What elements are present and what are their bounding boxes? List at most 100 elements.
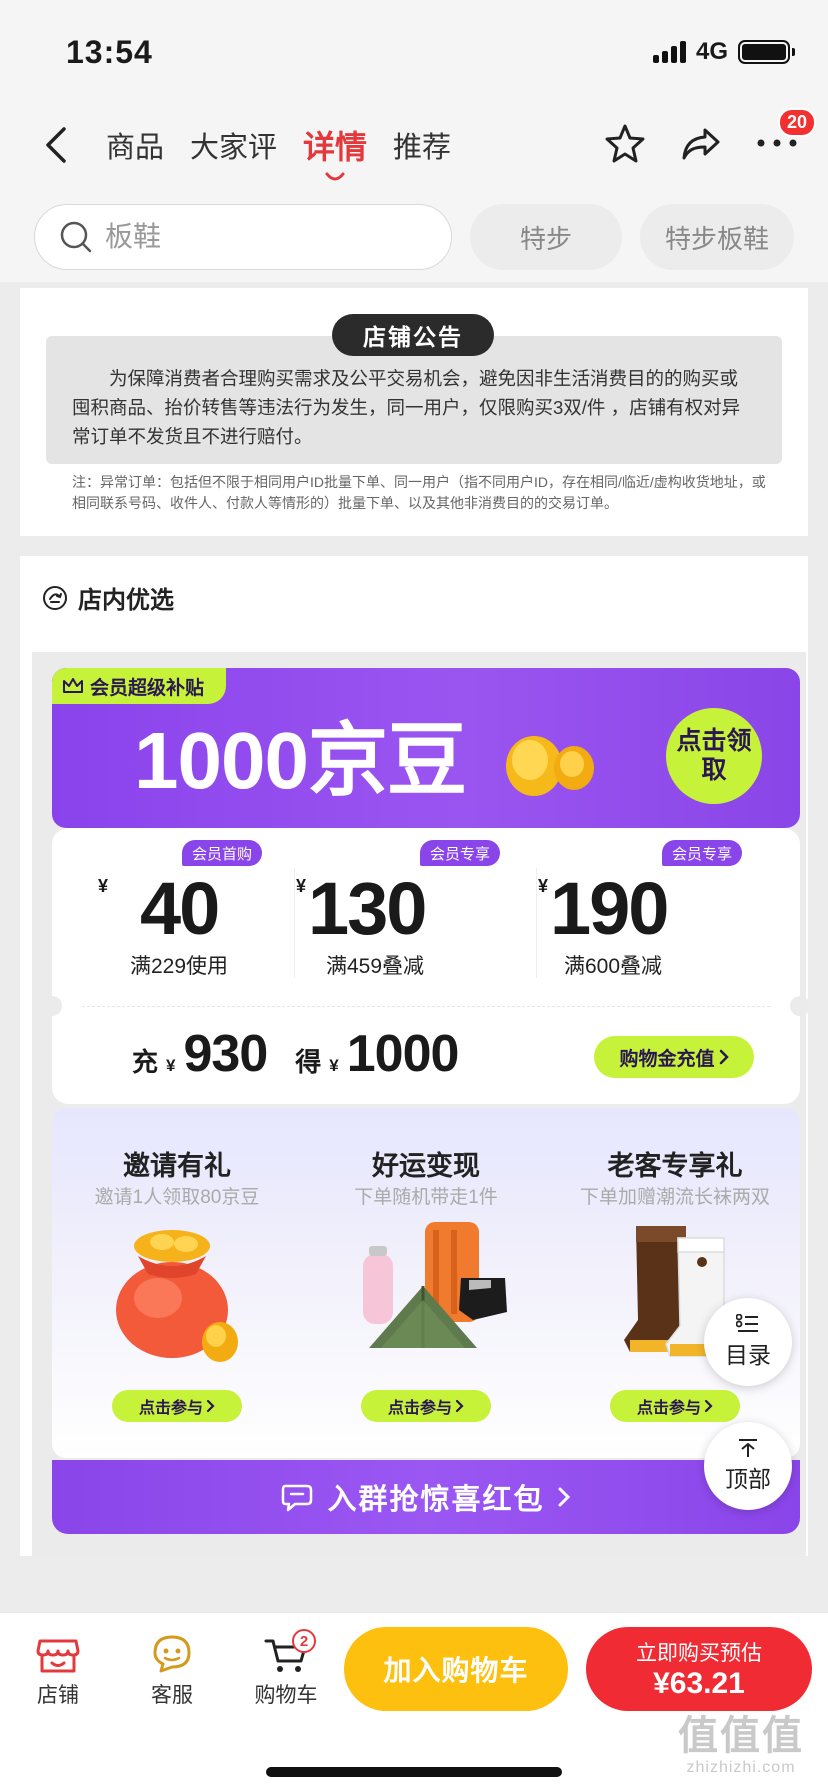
cart-button[interactable]: 2 购物车 [246,1629,326,1709]
crown-icon [63,678,83,693]
join-group-label: 入群抢惊喜红包 [327,1484,545,1516]
share-button[interactable] [678,120,724,166]
add-to-cart-button[interactable]: 加入购物车 [344,1627,568,1711]
jd-bean-banner[interactable]: 会员超级补贴 1000京豆 点击领取 [52,668,800,828]
activity-subtitle: 下单随机带走1件 [354,1187,498,1208]
store-picks-header: 店内优选 [42,580,174,615]
activity-title: 好运变现 [372,1151,480,1181]
coupon-tag: 会员专享 [662,840,743,866]
activity-join-label: 点击参与 [636,1400,701,1417]
coupon-notch-left [42,996,62,1016]
activity-join-label: 点击参与 [387,1400,452,1417]
recharge-offer: 充 ¥ 930 得 ¥ 1000 [132,1024,460,1084]
customer-service-icon [153,1635,191,1673]
store-picks-section: 店内优选 会员超级补贴 1000京豆 点击领取 会员首购 ¥ 40 满229使用… [20,556,810,1558]
store-icon [36,1639,80,1673]
battery-icon [738,40,795,64]
customer-service-button[interactable]: 客服 [132,1633,212,1709]
vip-subsidy-label: 会员超级补贴 [90,677,205,699]
join-group-banner[interactable]: 入群抢惊喜红包 [52,1460,800,1534]
announcement-note: 注：异常订单：包括但不限于相同用户ID批量下单、同一用户（指不同用户ID，存在相… [72,474,766,511]
chevron-right-icon [704,1399,713,1413]
activity-join-label: 点击参与 [138,1400,203,1417]
tab-details-label: 详情 [303,129,368,165]
travel-prizes-icon [363,1222,507,1348]
coupon-member-130[interactable]: 会员专享 ¥ 130 满459叠减 [296,828,536,998]
recharge-pay-currency: ¥ [166,1056,176,1075]
store-picks-title: 店内优选 [78,587,174,614]
tab-details[interactable]: 详情 [303,122,368,181]
chevron-right-icon [206,1399,215,1413]
activity-area: 邀请有礼 邀请1人领取80京豆 点击参与 好运变现 下单随机带走1件 点击参与 … [52,1108,800,1458]
status-time: 13:54 [66,34,153,70]
activity-title: 邀请有礼 [123,1151,231,1181]
coupon-value: 130 [308,867,427,950]
activity-join-button[interactable]: 点击参与 [112,1390,242,1422]
keyword-chip-xtep[interactable]: 特步 [470,204,622,270]
coupon-currency: ¥ [98,876,109,896]
watermark-url: zhizhizhi.com [686,1759,796,1776]
coupon-card: 会员首购 ¥ 40 满229使用 会员专享 ¥ 130 满459叠减 会员专享 … [42,828,810,1104]
chevron-left-icon [46,127,66,163]
message-badge: 20 [777,108,816,137]
cart-count-badge: 2 [292,1629,316,1653]
activity-title: 老客专享礼 [607,1151,743,1181]
tab-recommend[interactable]: 推荐 [393,124,451,174]
buy-now-button[interactable]: 立即购买预估 ¥63.21 [586,1627,812,1711]
chat-bubble-icon [282,1484,313,1512]
arrow-up-icon [739,1439,757,1457]
activity-join-button[interactable]: 点击参与 [610,1390,740,1422]
buy-now-label: 立即购买预估 [636,1642,762,1665]
coupon-divider [536,868,537,978]
recharge-get-word: 得 [295,1047,322,1077]
recharge-button-label: 购物金充值 [619,1048,715,1070]
activity-lucky-cash[interactable]: 好运变现 下单随机带走1件 点击参与 [301,1108,551,1458]
home-indicator[interactable] [266,1767,562,1777]
announcement-title: 店铺公告 [332,314,494,356]
recycle-badge-icon [43,585,67,610]
favorite-button[interactable] [602,120,648,166]
activity-loyal-customer[interactable]: 老客专享礼 下单加赠潮流长袜两双 点击参与 [550,1108,800,1458]
back-to-top-label: 顶部 [725,1466,771,1492]
tab-reviews[interactable]: 大家评 [190,124,277,174]
activity-subtitle: 下单加赠潮流长袜两双 [579,1187,770,1208]
coupon-member-190[interactable]: 会员专享 ¥ 190 满600叠减 [538,828,778,998]
back-button[interactable] [36,120,76,170]
recharge-get-amount: 1000 [346,1025,460,1083]
coupon-condition: 满600叠减 [564,955,663,978]
watermark-logo: 值值值 [678,1714,804,1758]
coupon-value: 40 [140,867,220,950]
catalog-float-button[interactable]: 目录 [704,1298,792,1386]
share-icon [682,128,720,160]
recharge-button[interactable]: 购物金充值 [594,1036,754,1078]
more-button[interactable]: 20 [754,108,816,166]
store-button[interactable]: 店铺 [18,1633,98,1709]
search-input[interactable] [105,221,405,253]
coupon-first-purchase[interactable]: 会员首购 ¥ 40 满229使用 [52,828,292,998]
coupon-condition: 满229使用 [130,955,229,978]
tab-smile-indicator [325,172,345,181]
store-announcement: 店铺公告 为保障消费者合理购买需求及公平交易机会，避免因非生活消费目的的购买或囤… [20,288,808,536]
cart-label: 购物车 [254,1684,318,1707]
coupon-divider [294,868,295,978]
search-icon [60,221,92,253]
bottom-action-bar: 店铺 客服 2 购物车 加入购物车 立即购买预估 ¥63.21 值值值 zhiz… [0,1612,828,1792]
back-to-top-button[interactable]: 顶部 [704,1422,792,1510]
chevron-right-icon [558,1487,570,1507]
golden-bean-icon [506,736,594,796]
chevron-right-icon [455,1399,464,1413]
claim-beans-button[interactable]: 点击领取 [666,708,762,804]
activity-invite[interactable]: 邀请有礼 邀请1人领取80京豆 点击参与 [52,1108,302,1458]
vip-subsidy-tag: 会员超级补贴 [52,668,227,704]
store-label: 店铺 [37,1684,79,1707]
coupon-value: 190 [550,867,669,950]
search-box[interactable] [34,204,452,270]
coupon-currency: ¥ [296,876,307,896]
activity-join-button[interactable]: 点击参与 [361,1390,491,1422]
signal-icon [652,41,686,63]
tab-product[interactable]: 商品 [106,124,164,174]
keyword-chip-xtep-sneaker[interactable]: 特步板鞋 [640,204,794,270]
nav-actions: 20 [602,108,816,166]
nav-tabs: 商品 大家评 详情 推荐 [106,122,451,181]
lucky-bag-icon [116,1230,238,1362]
